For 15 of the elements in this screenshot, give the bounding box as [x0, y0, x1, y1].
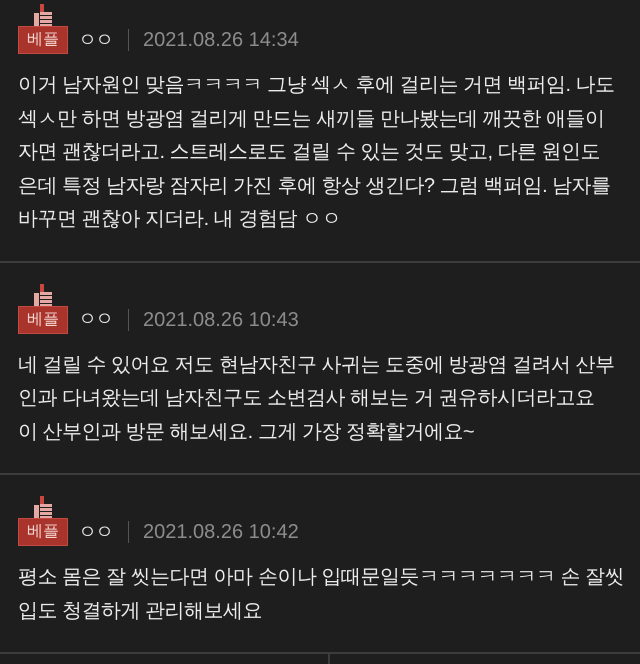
author-name: ㅇㅇ: [78, 30, 112, 50]
author-name: ㅇㅇ: [78, 522, 112, 542]
best-comment-badge: 베플: [18, 26, 68, 54]
comment-date: 2021.08.26 10:42: [143, 522, 299, 542]
comment-text: 네 걸릴 수 있어요 저도 현남자친구 사귀는 도중에 방광염 걸려서 산부 인과 다녀왔는데 남자친구도 소변검사 해보는 거 권유하시더라고요 이 산부인과 방문 해보세요. 그게 가장 정확할거에요~: [18, 352, 616, 444]
best-comment-badge: 베플: [18, 306, 68, 334]
best-comment-badge: 베플: [18, 518, 68, 546]
comment-date: 2021.08.26 10:43: [143, 310, 299, 330]
thumbs-up-icon: [32, 4, 54, 26]
comment-date: 2021.08.26 14:34: [143, 30, 299, 50]
comment-text: 평소 몸은 잘 씻는다면 아마 손이나 입때문일듯ㅋㅋㅋㅋㅋㅋㅋ 손 잘씻 입도 청결하게 관리해보세요: [18, 565, 625, 624]
thumbs-up-icon: [32, 284, 54, 306]
thumbs-up-icon: [32, 496, 54, 518]
comment-text: 이거 남자원인 맞음ㅋㅋㅋㅋ 그냥 섹ㅅ 후에 걸리는 거면 백퍼임. 나도 섹ㅅ만 하면 방광염 걸리게 만드는 새끼들 만나봤는데 깨끗한 애들이 자면 괜찮더라고. 스트레스로도 걸릴 수 있는 것도 맞고, 다른 원인도 은데 특정 남자랑 잠자리 가진 후에 항상 생긴다? 그럼 백퍼임. 남자를 바꾸면 괜찮아 지더라. 내 경험담 ㅇㅇ: [18, 73, 616, 232]
author-name: ㅇㅇ: [78, 310, 112, 329]
